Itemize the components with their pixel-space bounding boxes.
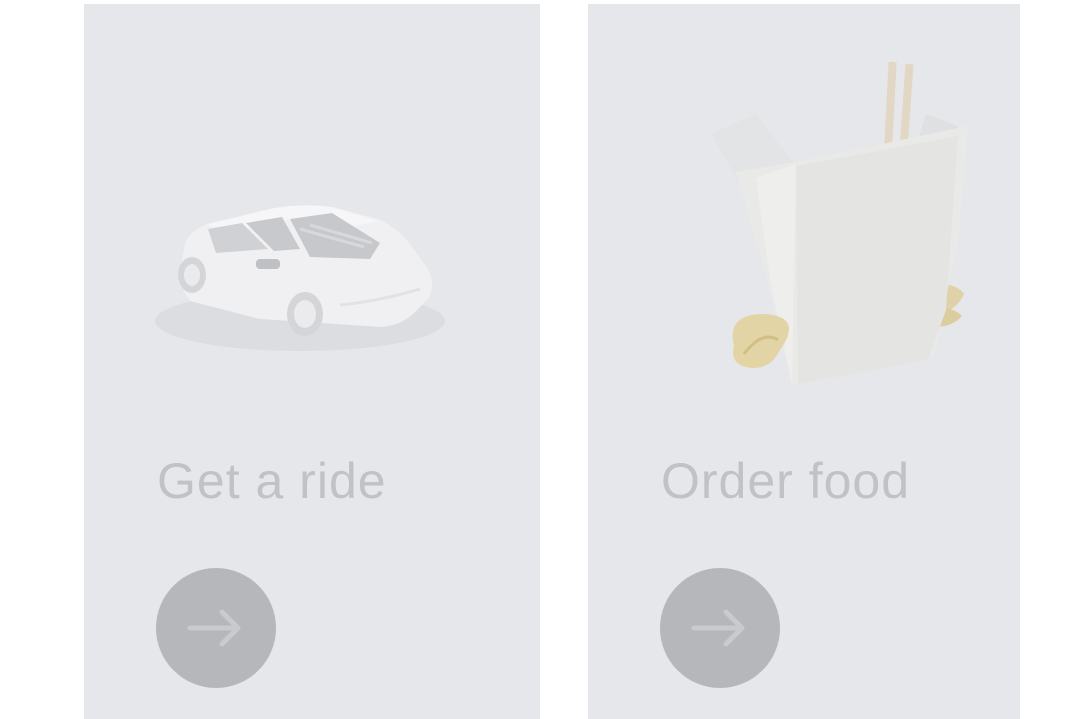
get-a-ride-button[interactable] xyxy=(156,568,276,688)
get-a-ride-card[interactable]: Get a ride xyxy=(84,4,540,719)
order-food-card[interactable]: Order food xyxy=(588,4,1020,719)
arrow-right-icon xyxy=(691,609,745,647)
takeout-box-icon xyxy=(711,61,968,384)
card-title: Order food xyxy=(661,453,911,509)
arrow-right-icon xyxy=(187,609,241,647)
car-icon xyxy=(155,205,445,351)
order-food-button[interactable] xyxy=(660,568,780,688)
card-title: Get a ride xyxy=(157,453,387,509)
